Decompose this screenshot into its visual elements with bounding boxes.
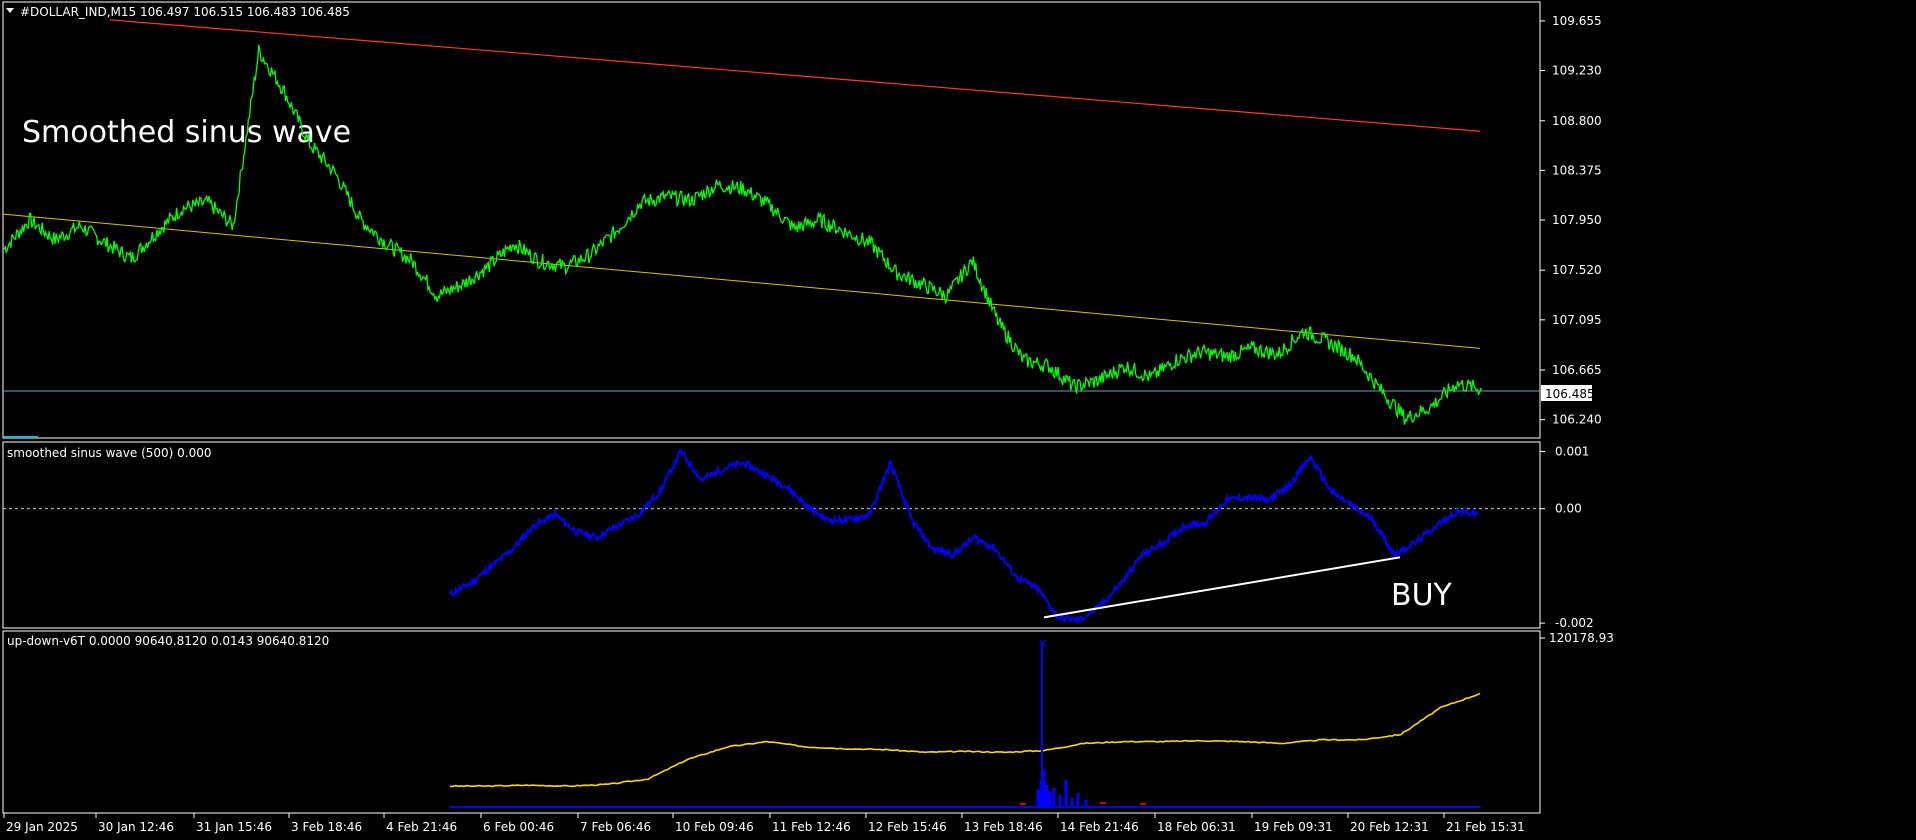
oscillator-line <box>449 447 1479 625</box>
time-tick-label: 31 Jan 15:46 <box>196 820 272 834</box>
divergence-trendline <box>1043 556 1401 619</box>
price-tick-label: 108.375 <box>1552 163 1602 177</box>
time-tick-label: 14 Feb 21:46 <box>1060 820 1139 834</box>
osc-tick-label: 0.001 <box>1555 444 1589 458</box>
osc-tick-label: -0.002 <box>1555 616 1594 630</box>
time-tick-label: 12 Feb 15:46 <box>868 820 947 834</box>
main-price-plot <box>2 19 1540 438</box>
price-tick-label: 107.095 <box>1552 313 1602 327</box>
osc-tick-label: 0.00 <box>1555 502 1582 516</box>
time-tick-label: 7 Feb 06:46 <box>580 820 651 834</box>
main-panel-title: #DOLLAR_IND,M15 106.497 106.515 106.483 … <box>20 5 350 19</box>
time-tick-label: 18 Feb 06:31 <box>1157 820 1236 834</box>
time-tick-label: 4 Feb 21:46 <box>386 820 457 834</box>
updown-line <box>449 692 1481 788</box>
time-tick-label: 20 Feb 12:31 <box>1350 820 1429 834</box>
price-tick-label: 109.655 <box>1552 14 1602 28</box>
oscillator-plot <box>3 447 1540 625</box>
updown-spike-marker: × <box>1038 636 1048 650</box>
buy-annotation: BUY <box>1391 578 1453 613</box>
collapse-triangle-icon[interactable] <box>6 8 14 13</box>
time-tick-label: 29 Jan 2025 <box>6 820 78 834</box>
price-tick-label: 106.665 <box>1552 363 1602 377</box>
time-tick-label: 13 Feb 18:46 <box>964 820 1043 834</box>
time-tick-label: 19 Feb 09:31 <box>1254 820 1333 834</box>
time-tick-label: 6 Feb 00:46 <box>483 820 554 834</box>
price-tick-label: 106.240 <box>1552 413 1602 427</box>
time-tick-label: 30 Jan 12:46 <box>98 820 174 834</box>
time-tick-label: 11 Feb 12:46 <box>772 820 851 834</box>
updown-panel-frame <box>2 630 1541 814</box>
main-panel-frame <box>2 1 1541 439</box>
time-tick-label: 21 Feb 15:31 <box>1446 820 1525 834</box>
price-tick-label: 107.520 <box>1552 263 1602 277</box>
price-tick-label: 108.800 <box>1552 114 1602 128</box>
time-tick-label: 10 Feb 09:46 <box>675 820 754 834</box>
trading-chart[interactable]: #DOLLAR_IND,M15 106.497 106.515 106.483 … <box>0 0 1916 840</box>
current-price-label: 106.485 <box>1545 387 1595 401</box>
time-tick-label: 3 Feb 18:46 <box>291 820 362 834</box>
updown-tick-label: 120178.93 <box>1549 631 1614 645</box>
current-price-tag: 106.485 <box>1541 385 1595 401</box>
updown-plot: × <box>449 636 1481 808</box>
oscillator-panel-frame <box>2 441 1541 629</box>
price-tick-label: 107.950 <box>1552 213 1602 227</box>
price-tick-label: 109.230 <box>1552 64 1602 78</box>
oscillator-panel-title: smoothed sinus wave (500) 0.000 <box>7 446 212 460</box>
lower-channel-line <box>2 213 1481 349</box>
main-panel-header[interactable]: #DOLLAR_IND,M15 106.497 106.515 106.483 … <box>6 5 350 19</box>
updown-panel-title: up-down-v6T 0.0000 90640.8120 0.0143 906… <box>7 634 329 648</box>
